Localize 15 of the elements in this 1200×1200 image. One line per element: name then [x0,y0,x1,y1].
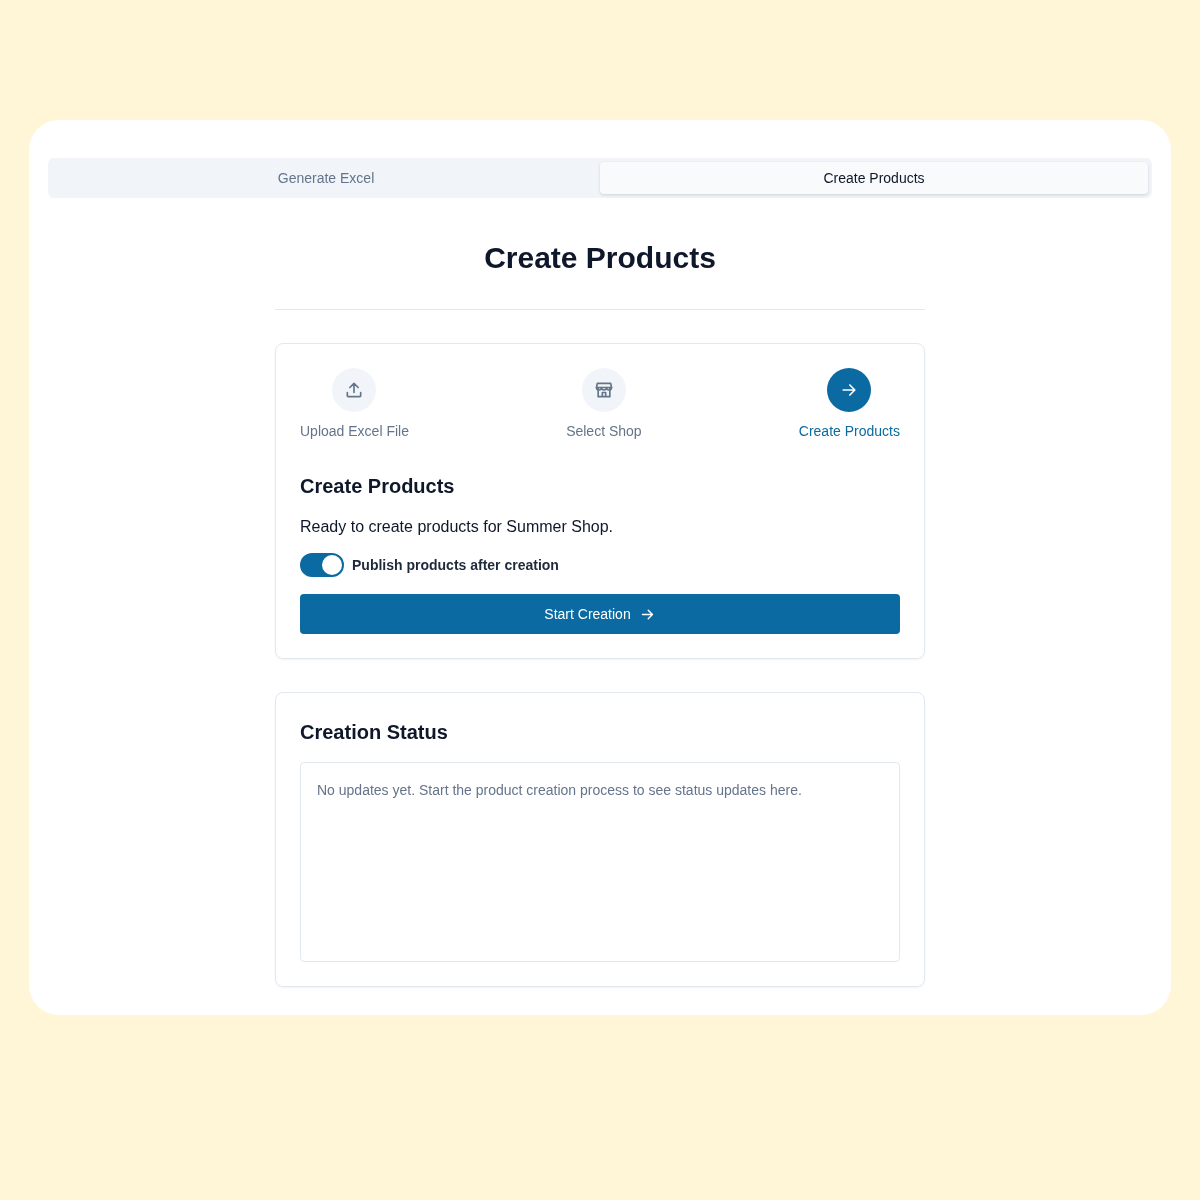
store-icon [593,380,614,400]
message-text: Ready to create products for Summer Shop. [300,518,615,536]
section-heading: Creation Status [300,721,449,744]
section-heading: Create Products [300,475,456,498]
tab[interactable]: Create Products [600,162,1148,194]
toggle-switch[interactable] [300,553,344,577]
step-label: Select Shop [566,423,642,439]
start-creation-button[interactable]: Start Creation [300,594,900,634]
step-label: Upload Excel File [300,423,409,439]
tab[interactable]: Generate Excel [52,162,600,194]
empty-status-text: No updates yet. Start the product creation process to see status updates here. [317,782,802,798]
step-label: Create Products [798,423,900,439]
toggle-label: Publish products after creation [352,557,559,573]
upload-icon [344,380,365,400]
page-title: Create Products [484,240,716,276]
